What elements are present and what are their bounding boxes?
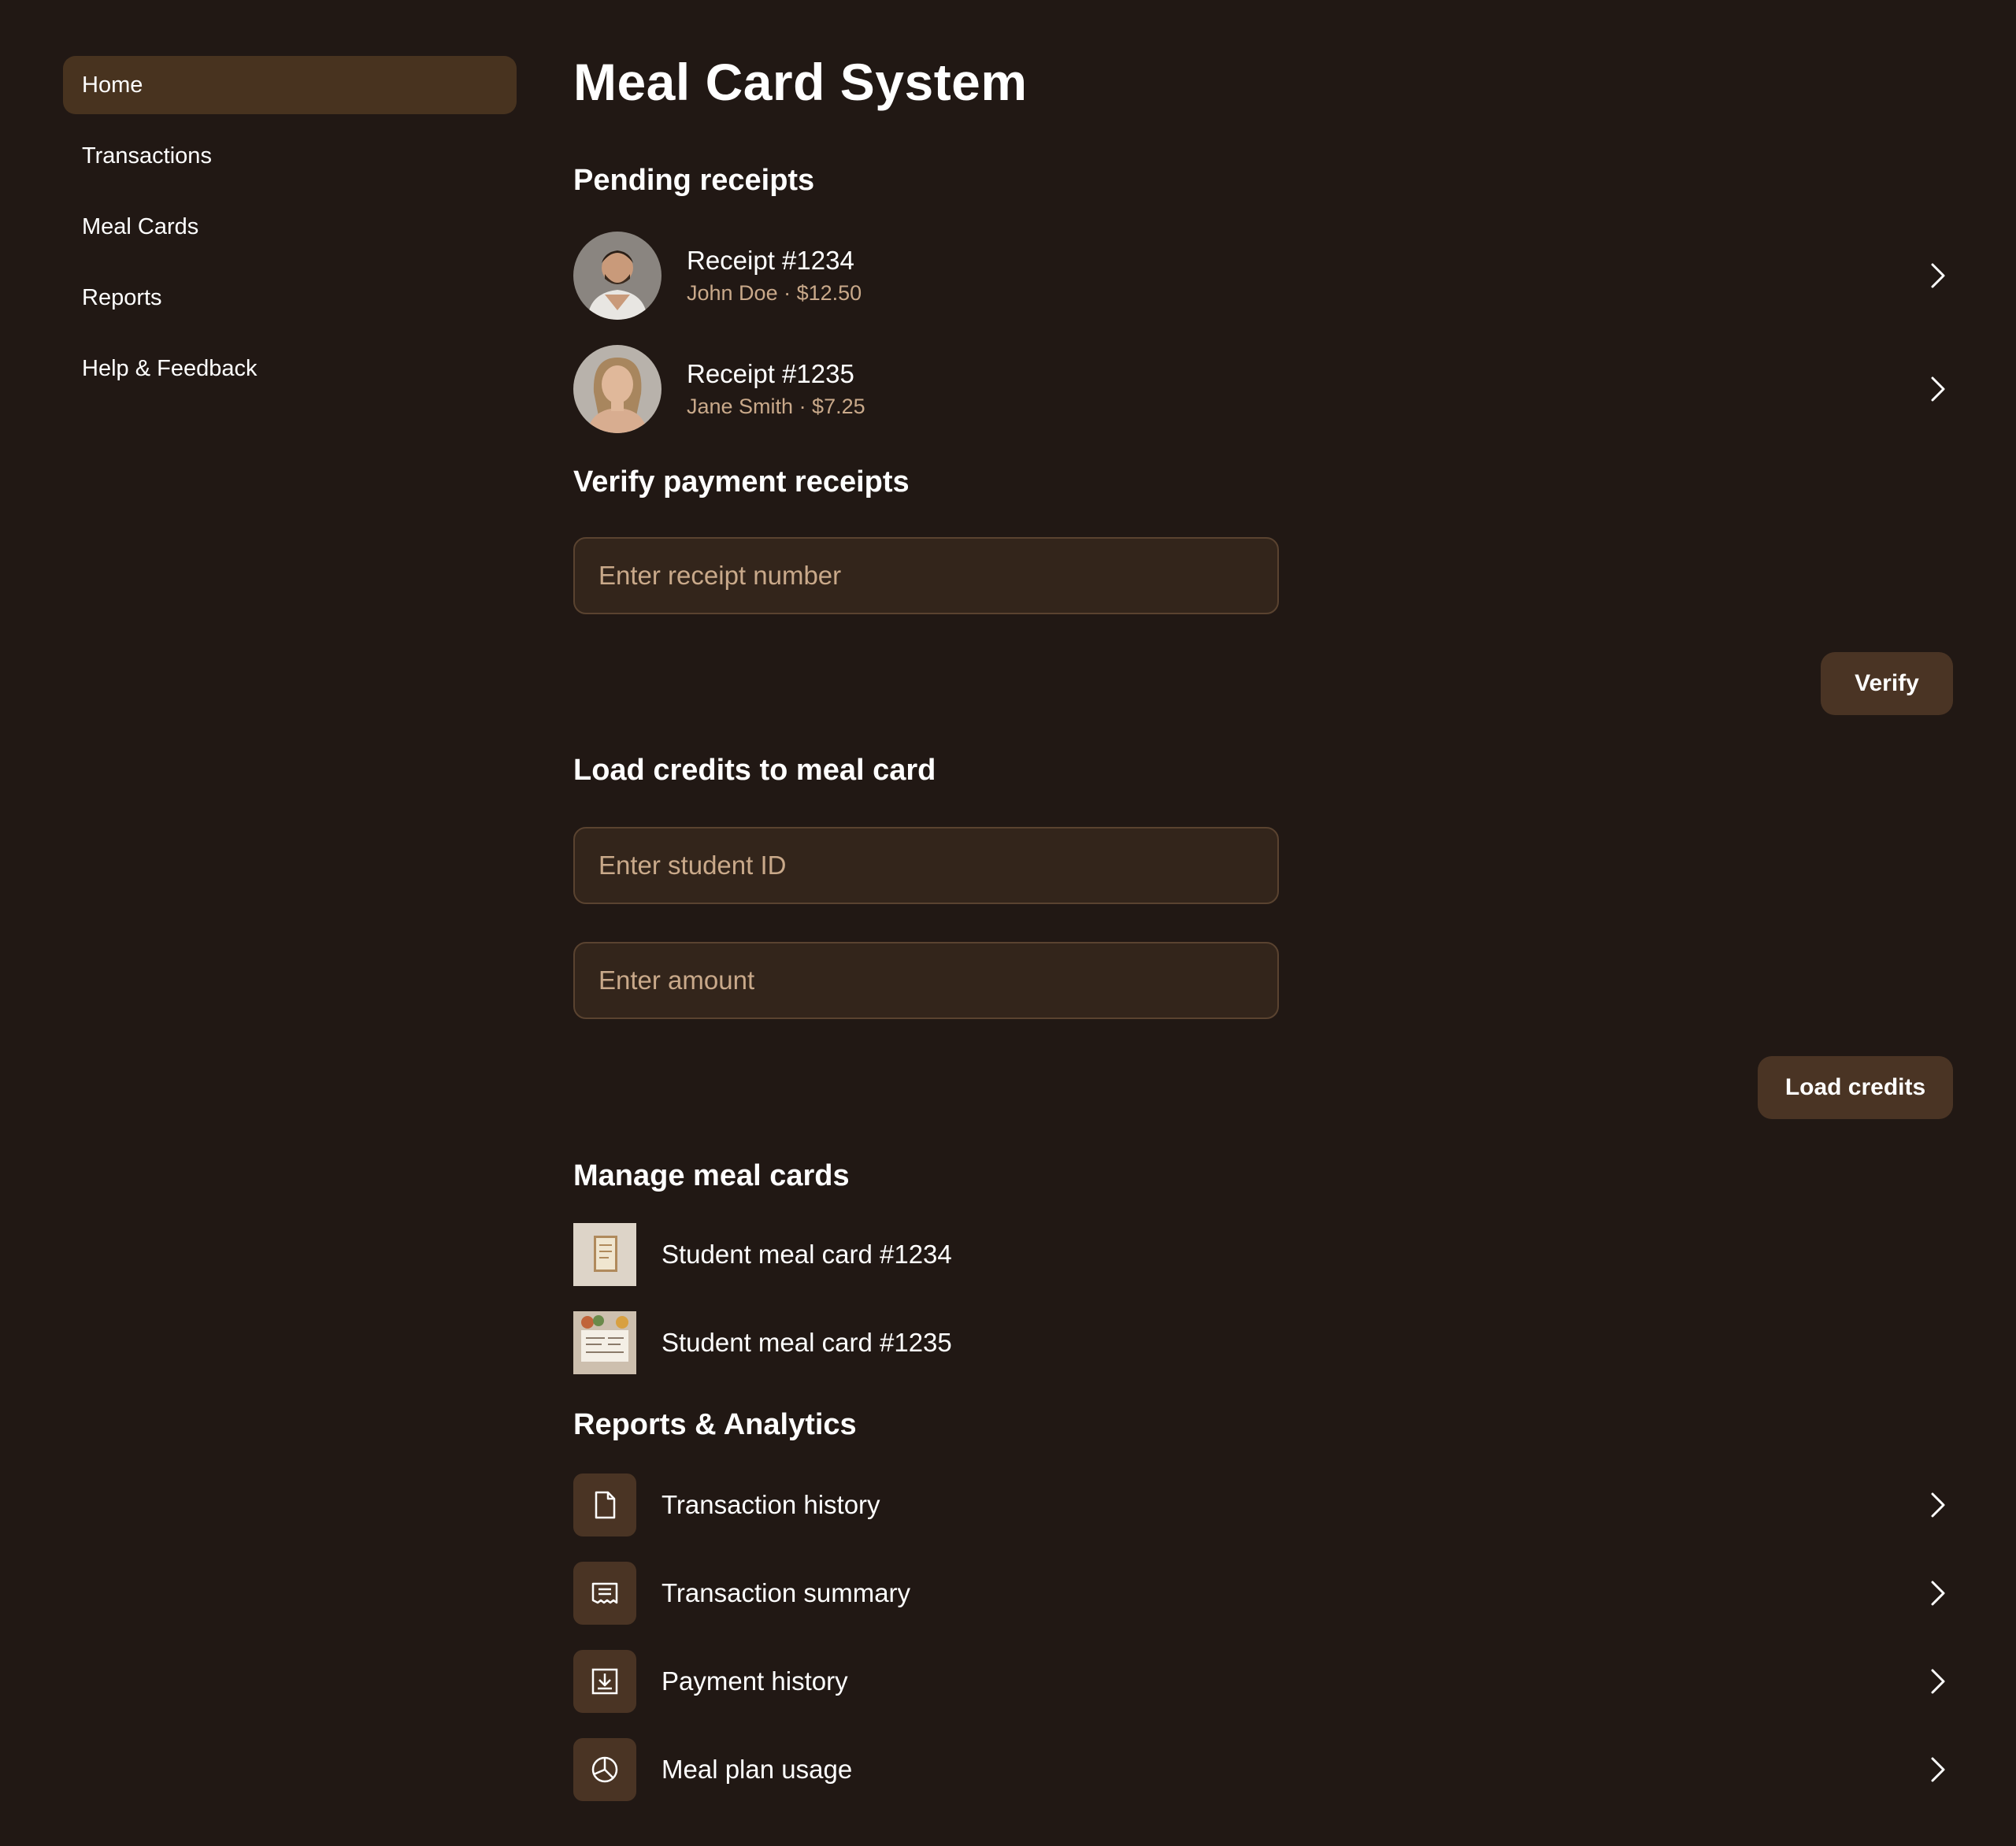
receipt-subtitle: John Doe · $12.50 [687,281,862,305]
receipt-row[interactable]: Receipt #1234 John Doe · $12.50 [573,232,1953,320]
download-icon [573,1650,636,1713]
meal-card-thumbnail [573,1223,636,1286]
chevron-right-icon [1931,376,1945,402]
chevron-right-icon [1931,1757,1945,1782]
meal-card-label: Student meal card #1235 [662,1328,952,1357]
report-item-transaction-history[interactable]: Transaction history [573,1473,1953,1536]
manage-meal-cards-heading: Manage meal cards [573,1159,850,1192]
report-item-meal-plan-usage[interactable]: Meal plan usage [573,1738,1953,1801]
pie-chart-icon [573,1738,636,1801]
sidebar-item-meal-cards[interactable]: Meal Cards [63,198,517,256]
meal-card-label: Student meal card #1234 [662,1240,952,1269]
chevron-right-icon [1931,1581,1945,1606]
sidebar-item-transactions[interactable]: Transactions [63,127,517,185]
student-id-input[interactable] [573,827,1279,904]
page-title: Meal Card System [573,53,1028,111]
receipt-icon [573,1562,636,1625]
man-portrait-avatar [573,232,662,320]
meal-card-item[interactable]: Student meal card #1234 [573,1223,952,1286]
sidebar-item-home[interactable]: Home [63,56,517,114]
load-credits-heading: Load credits to meal card [573,754,936,787]
sidebar: Home Transactions Meal Cards Reports Hel… [63,56,517,410]
receipt-row[interactable]: Receipt #1235 Jane Smith · $7.25 [573,345,1953,433]
receipt-title: Receipt #1235 [687,359,854,388]
receipt-subtitle: Jane Smith · $7.25 [687,395,865,418]
report-item-payment-history[interactable]: Payment history [573,1650,1953,1713]
meal-card-item[interactable]: Student meal card #1235 [573,1311,952,1374]
chevron-right-icon [1931,263,1945,288]
report-item-transaction-summary[interactable]: Transaction summary [573,1562,1953,1625]
report-label: Transaction summary [662,1578,911,1607]
report-label: Payment history [662,1666,848,1696]
woman-portrait-avatar [573,345,662,433]
verify-receipts-heading: Verify payment receipts [573,465,910,499]
report-label: Transaction history [662,1490,880,1519]
reports-analytics-heading: Reports & Analytics [573,1408,857,1441]
sidebar-item-reports[interactable]: Reports [63,269,517,327]
document-icon [573,1473,636,1536]
load-credits-button[interactable]: Load credits [1758,1056,1953,1119]
chevron-right-icon [1931,1492,1945,1518]
pending-receipts-heading: Pending receipts [573,164,815,197]
verify-button[interactable]: Verify [1821,652,1953,715]
sidebar-item-help-feedback[interactable]: Help & Feedback [63,339,517,398]
chevron-right-icon [1931,1669,1945,1694]
amount-input[interactable] [573,942,1279,1019]
meal-card-thumbnail [573,1311,636,1374]
receipt-title: Receipt #1234 [687,246,854,275]
receipt-number-input[interactable] [573,537,1279,614]
report-label: Meal plan usage [662,1755,853,1784]
app-window: Home Transactions Meal Cards Reports Hel… [0,0,2016,1846]
